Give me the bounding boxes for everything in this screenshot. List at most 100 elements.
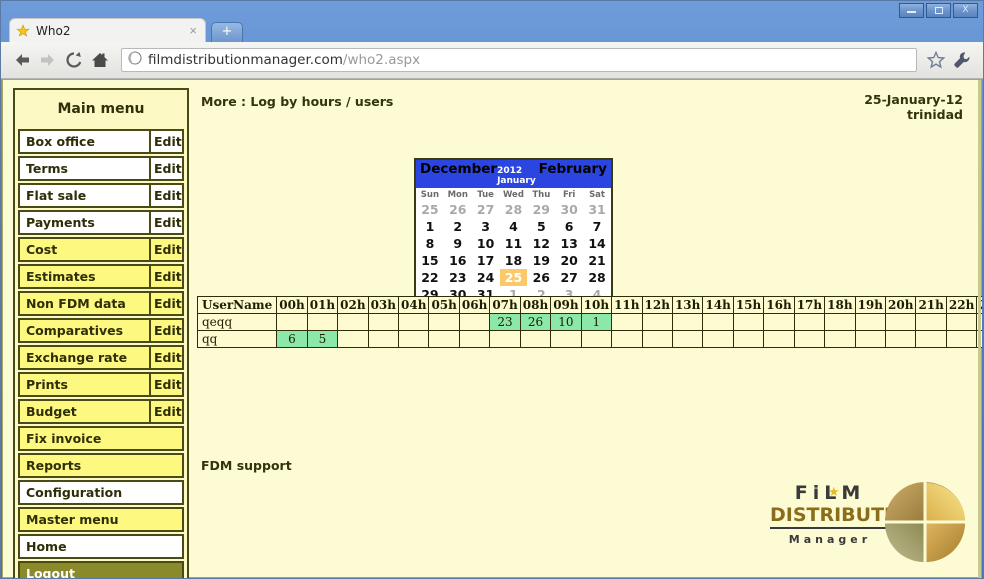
sidebar-item-label[interactable]: Non FDM data [18,291,151,316]
sidebar-item-label[interactable]: Fix invoice [18,426,184,451]
calendar-day[interactable]: 15 [416,252,444,269]
sidebar-item-label[interactable]: Configuration [18,480,184,505]
calendar-day[interactable]: 11 [500,235,528,252]
hours-value-cell [945,313,978,331]
sidebar-item-prints[interactable]: Prints Edit [18,372,184,397]
calendar-day[interactable]: 31 [583,201,611,218]
sidebar-item-label[interactable]: Comparatives [18,318,151,343]
sidebar-edit-button[interactable]: Edit [151,237,184,262]
calendar-day[interactable]: 5 [527,218,555,235]
sidebar-item-label[interactable]: Cost [18,237,151,262]
calendar-day[interactable]: 29 [527,201,555,218]
tab-who2[interactable]: Who2 × [9,18,206,43]
sidebar-item-label[interactable]: Payments [18,210,151,235]
sidebar-item-estimates[interactable]: Estimates Edit [18,264,184,289]
calendar-day[interactable]: 12 [527,235,555,252]
sidebar-item-label[interactable]: Master menu [18,507,184,532]
hours-col-hour: 09h [550,296,582,314]
sidebar-edit-button[interactable]: Edit [151,183,184,208]
sidebar-item-master-menu[interactable]: Master menu [18,507,184,532]
sidebar-item-logout[interactable]: Logout [18,561,184,578]
calendar-day[interactable]: 20 [555,252,583,269]
calendar-day[interactable]: 26 [527,269,555,286]
sidebar-item-reports[interactable]: Reports [18,453,184,478]
sidebar-edit-button[interactable]: Edit [151,291,184,316]
sidebar-item-label[interactable]: Terms [18,156,151,181]
sidebar-item-label[interactable]: Prints [18,372,151,397]
hours-col-hour: 03h [367,296,400,314]
bookmark-star-icon[interactable] [923,47,949,73]
sidebar-item-label[interactable]: Box office [18,129,151,154]
sidebar-item-configuration[interactable]: Configuration [18,480,184,505]
sidebar-item-box-office[interactable]: Box office Edit [18,129,184,154]
hours-value-cell [641,313,673,331]
calendar-day[interactable]: 18 [500,252,528,269]
calendar-day[interactable]: 8 [416,235,444,252]
forward-arrow-icon[interactable] [35,47,61,73]
calendar-day[interactable]: 21 [583,252,611,269]
sidebar-edit-button[interactable]: Edit [151,156,184,181]
calendar-day[interactable]: 25 [416,201,444,218]
sidebar-item-label[interactable]: Exchange rate [18,345,151,370]
calendar-day[interactable]: 24 [472,269,500,286]
calendar-day[interactable]: 4 [500,218,528,235]
sidebar-item-label[interactable]: Reports [18,453,184,478]
sidebar-item-exchange-rate[interactable]: Exchange rate Edit [18,345,184,370]
calendar-day[interactable]: 23 [444,269,472,286]
calendar-day[interactable]: 27 [472,201,500,218]
calendar-day[interactable]: 22 [416,269,444,286]
hours-value-cell [611,330,643,348]
calendar-day-selected[interactable]: 25 [499,269,528,286]
calendar-day[interactable]: 19 [527,252,555,269]
calendar-day[interactable]: 30 [555,201,583,218]
sidebar-item-label[interactable]: Estimates [18,264,151,289]
sidebar-item-non-fdm-data[interactable]: Non FDM data Edit [18,291,184,316]
calendar-day[interactable]: 13 [555,235,583,252]
sidebar-item-label[interactable]: Flat sale [18,183,151,208]
calendar-day[interactable]: 28 [583,269,611,286]
sidebar-item-label[interactable]: Home [18,534,184,559]
sidebar-item-label[interactable]: Logout [18,561,184,578]
wrench-icon[interactable] [949,47,975,73]
sidebar-item-home[interactable]: Home [18,534,184,559]
address-bar[interactable]: filmdistributionmanager.com/who2.aspx [121,48,917,72]
calendar-day[interactable]: 16 [444,252,472,269]
sidebar-edit-button[interactable]: Edit [151,399,184,424]
calendar-day[interactable]: 7 [583,218,611,235]
calendar-day[interactable]: 14 [583,235,611,252]
hours-value-cell [702,330,734,348]
home-icon[interactable] [87,47,113,73]
sidebar-item-label[interactable]: Budget [18,399,151,424]
sidebar-item-flat-sale[interactable]: Flat sale Edit [18,183,184,208]
calendar-day[interactable]: 27 [555,269,583,286]
calendar-day[interactable]: 26 [444,201,472,218]
back-arrow-icon[interactable] [9,47,35,73]
calendar-day[interactable]: 28 [500,201,528,218]
reload-icon[interactable] [61,47,87,73]
calendar-day[interactable]: 17 [472,252,500,269]
sidebar-item-budget[interactable]: Budget Edit [18,399,184,424]
calendar-day[interactable]: 3 [472,218,500,235]
sidebar-edit-button[interactable]: Edit [151,345,184,370]
sidebar-edit-button[interactable]: Edit [151,372,184,397]
sidebar-item-terms[interactable]: Terms Edit [18,156,184,181]
sidebar-item-comparatives[interactable]: Comparatives Edit [18,318,184,343]
sidebar-edit-button[interactable]: Edit [151,318,184,343]
calendar-day[interactable]: 9 [444,235,472,252]
next-month-link[interactable]: February [539,161,607,177]
new-tab-button[interactable]: + [211,22,243,42]
calendar-day[interactable]: 6 [555,218,583,235]
calendar-day[interactable]: 2 [444,218,472,235]
date-picker-calendar[interactable]: December 2012 January February Sun Mon Tue… [414,158,613,305]
sidebar-edit-button[interactable]: Edit [151,129,184,154]
calendar-day[interactable]: 10 [472,235,500,252]
sidebar-item-payments[interactable]: Payments Edit [18,210,184,235]
close-icon[interactable]: × [189,24,199,37]
sidebar-edit-button[interactable]: Edit [151,210,184,235]
sidebar-item-fix-invoice[interactable]: Fix invoice [18,426,184,451]
sidebar-item-cost[interactable]: Cost Edit [18,237,184,262]
hours-col-hour: 11h [611,296,643,314]
prev-month-link[interactable]: December [420,161,497,177]
calendar-day[interactable]: 1 [416,218,444,235]
sidebar-edit-button[interactable]: Edit [151,264,184,289]
